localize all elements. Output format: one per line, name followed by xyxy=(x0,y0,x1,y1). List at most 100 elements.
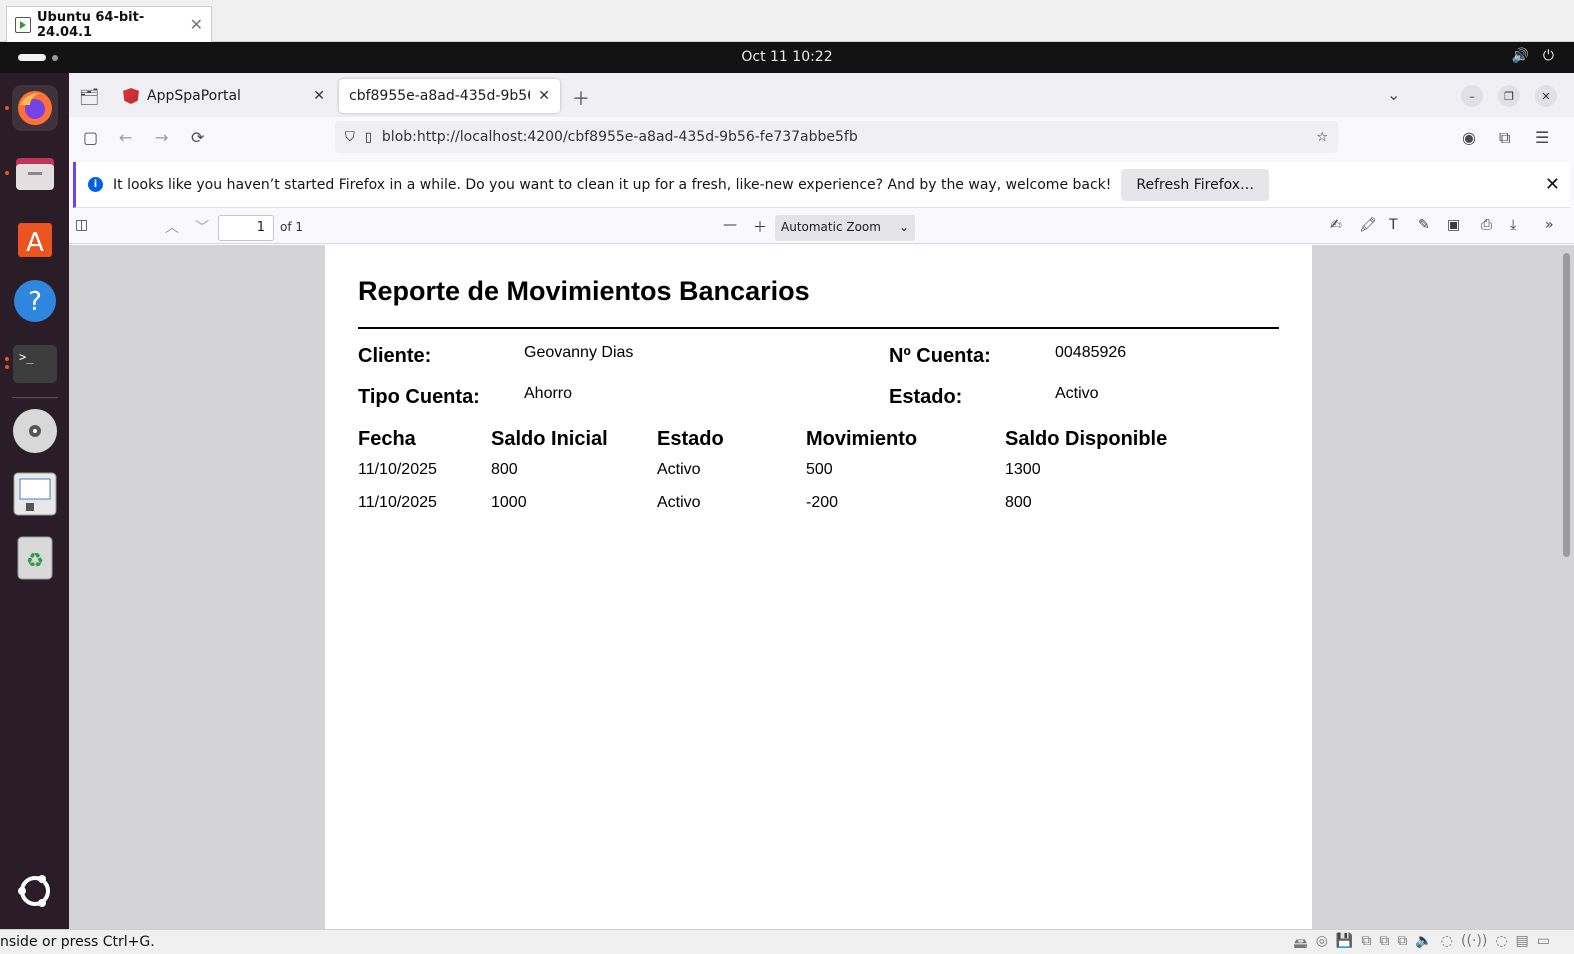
new-tab-plus-icon[interactable]: ＋ xyxy=(572,85,590,111)
vm-status-hint: nside or press Ctrl+G. xyxy=(0,934,155,950)
wireless-icon[interactable]: ((·)) xyxy=(1461,933,1487,954)
dock-show-apps[interactable] xyxy=(12,868,58,914)
printer-icon[interactable]: ▤ xyxy=(1516,933,1529,954)
previous-page-icon[interactable]: ︿ xyxy=(165,217,179,237)
zoom-in-icon[interactable]: ＋ xyxy=(753,217,767,237)
highlight-icon[interactable]: 🖍 xyxy=(1359,217,1377,233)
firefox-view-icon[interactable]: 🗂 xyxy=(79,87,99,106)
minimize-icon[interactable]: – xyxy=(1461,85,1483,107)
dock-trash[interactable]: ♻ xyxy=(12,535,58,581)
pdf-page: Reporte de Movimientos Bancarios Cliente… xyxy=(325,245,1312,929)
page-number-input[interactable]: 1 xyxy=(218,215,274,241)
floppy-icon[interactable]: 💾 xyxy=(1336,933,1353,954)
reload-icon[interactable]: ⟳ xyxy=(191,128,204,147)
vertical-scrollbar[interactable] xyxy=(1563,253,1570,557)
info-icon: i xyxy=(88,177,103,192)
firefox-tab-bar: 🗂 AppSpaPortal ✕ cbf8955e-a8ad-435d-9b56… xyxy=(69,73,1574,117)
display-icon[interactable]: ⧉ xyxy=(1397,933,1407,954)
cell-movimiento: 500 xyxy=(806,461,833,478)
refresh-notification-bar: i It looks like you haven’t started Fire… xyxy=(73,162,1570,208)
dock-firefox[interactable] xyxy=(12,85,58,131)
estado-label: Estado: xyxy=(889,386,963,408)
tab-appspaportal[interactable]: AppSpaPortal ✕ xyxy=(113,79,335,113)
vm-tab[interactable]: Ubuntu 64-bit-24.04.1 ✕ xyxy=(6,6,212,42)
dock-terminal[interactable]: >_ xyxy=(12,341,58,387)
tab-close-icon[interactable]: ✕ xyxy=(313,88,325,104)
vm-tab-close-icon[interactable]: ✕ xyxy=(190,15,203,34)
edit-signature-icon[interactable]: ✍ xyxy=(1330,217,1342,233)
report-title: Reporte de Movimientos Bancarios xyxy=(358,276,810,306)
cell-fecha: 11/10/2025 xyxy=(358,461,437,478)
bookmark-star-icon[interactable]: ☆ xyxy=(1316,130,1328,145)
vm-tab-title: Ubuntu 64-bit-24.04.1 xyxy=(37,9,145,40)
dock-running-indicator xyxy=(5,365,9,369)
svg-text:A: A xyxy=(26,228,44,258)
close-window-icon[interactable]: ✕ xyxy=(1535,85,1557,107)
cd-drive-icon[interactable]: ◎ xyxy=(1316,933,1328,954)
drive-icon xyxy=(13,472,57,516)
account-icon[interactable]: ◉ xyxy=(1462,128,1476,147)
network-icon[interactable]: ⧉ xyxy=(1361,933,1371,954)
notification-close-icon[interactable]: ✕ xyxy=(1545,174,1560,195)
forward-arrow-icon[interactable]: → xyxy=(155,128,168,147)
save-download-icon[interactable]: ⤓ xyxy=(1510,217,1516,233)
ubuntu-dock: A ? >_ ♻ xyxy=(0,73,69,929)
cell-saldo-disponible: 1300 xyxy=(1005,461,1041,478)
list-tabs-chevron-down-icon[interactable]: ⌄ xyxy=(1387,85,1400,104)
text-tool-icon[interactable]: T xyxy=(1389,217,1398,233)
app-center-icon: A xyxy=(18,223,52,258)
dock-running-indicator xyxy=(5,106,9,110)
estado-value: Activo xyxy=(1055,385,1099,402)
tools-more-icon[interactable]: » xyxy=(1545,217,1554,233)
tab-close-icon[interactable]: ✕ xyxy=(538,88,550,104)
tab-label: AppSpaPortal xyxy=(147,88,241,104)
print-icon[interactable]: ⎙ xyxy=(1481,217,1492,233)
back-arrow-icon[interactable]: ← xyxy=(119,128,132,147)
url-text[interactable]: blob:http://localhost:4200/cbf8955e-a8ad… xyxy=(382,129,1306,145)
clock[interactable]: Oct 11 10:22 xyxy=(0,49,1574,65)
volume-icon[interactable]: 🔊 xyxy=(1511,48,1528,64)
zoom-out-icon[interactable]: — xyxy=(723,217,737,233)
svg-text:>_: >_ xyxy=(19,350,34,364)
refresh-firefox-button[interactable]: Refresh Firefox… xyxy=(1121,168,1270,201)
app-menu-icon[interactable]: ☰ xyxy=(1535,128,1549,147)
dock-app-center[interactable]: A xyxy=(12,215,58,261)
dock-help[interactable]: ? xyxy=(12,278,58,324)
power-icon[interactable]: ⏻ xyxy=(1543,48,1554,64)
vm-play-icon xyxy=(15,16,31,33)
tab-pdf-blob[interactable]: cbf8955e-a8ad-435d-9b56-fe737abbe5fb ✕ xyxy=(339,79,560,113)
vm-status-bar: nside or press Ctrl+G. 🖴 ◎ 💾 ⧉ ⧉ ⧉ 🔈 ◌ (… xyxy=(0,929,1574,954)
dock-files[interactable] xyxy=(12,150,58,196)
sound-icon[interactable]: 🔈 xyxy=(1415,933,1432,954)
zoom-value: Automatic Zoom xyxy=(781,220,881,234)
dock-separator xyxy=(12,397,58,398)
zoom-select[interactable]: Automatic Zoom ⌄ xyxy=(775,215,915,241)
tab-label: cbf8955e-a8ad-435d-9b56-fe737abbe5fb xyxy=(349,88,530,104)
sidebar-toggle-icon[interactable]: ▢ xyxy=(83,128,98,147)
pdf-sidebar-toggle-icon[interactable]: ◫ xyxy=(75,217,88,233)
shield-icon[interactable]: ⛉ xyxy=(345,130,355,145)
firefox-icon xyxy=(18,91,52,125)
pdf-viewer-container[interactable]: Reporte de Movimientos Bancarios Cliente… xyxy=(69,245,1574,929)
column-header-estado: Estado xyxy=(657,428,724,450)
add-image-icon[interactable]: ▣ xyxy=(1447,217,1460,233)
terminal-icon: >_ xyxy=(13,345,57,383)
url-bar[interactable]: ⛉ ▯ blob:http://localhost:4200/cbf8955e-… xyxy=(335,121,1338,153)
cuenta-label: Nº Cuenta: xyxy=(889,345,991,367)
next-page-icon[interactable]: ﹀ xyxy=(195,217,209,237)
extensions-puzzle-icon[interactable]: ⧉ xyxy=(1499,128,1510,148)
pdf-toolbar: ◫ ︿ ﹀ 1 of 1 — ＋ Automatic Zoom ⌄ ✍ 🖍 T … xyxy=(69,210,1574,244)
column-header-saldo-inicial: Saldo Inicial xyxy=(491,428,608,450)
system-tray[interactable]: 🔊 ⏻ xyxy=(1511,48,1554,64)
dock-disc[interactable] xyxy=(12,408,58,454)
message-icon[interactable]: ▭ xyxy=(1537,933,1550,954)
network-adapter-icon[interactable]: ⧉ xyxy=(1379,933,1389,954)
hard-disk-icon[interactable]: 🖴 xyxy=(1294,933,1308,954)
usb-icon[interactable]: ◌ xyxy=(1441,933,1453,954)
camera-icon[interactable]: ◌ xyxy=(1495,933,1507,954)
dock-drive[interactable] xyxy=(12,471,58,517)
restore-icon[interactable]: ❐ xyxy=(1498,85,1520,107)
trash-icon: ♻ xyxy=(17,536,53,580)
draw-pen-icon[interactable]: ✎ xyxy=(1418,217,1430,233)
gnome-top-bar: Oct 11 10:22 🔊 ⏻ xyxy=(0,42,1574,73)
